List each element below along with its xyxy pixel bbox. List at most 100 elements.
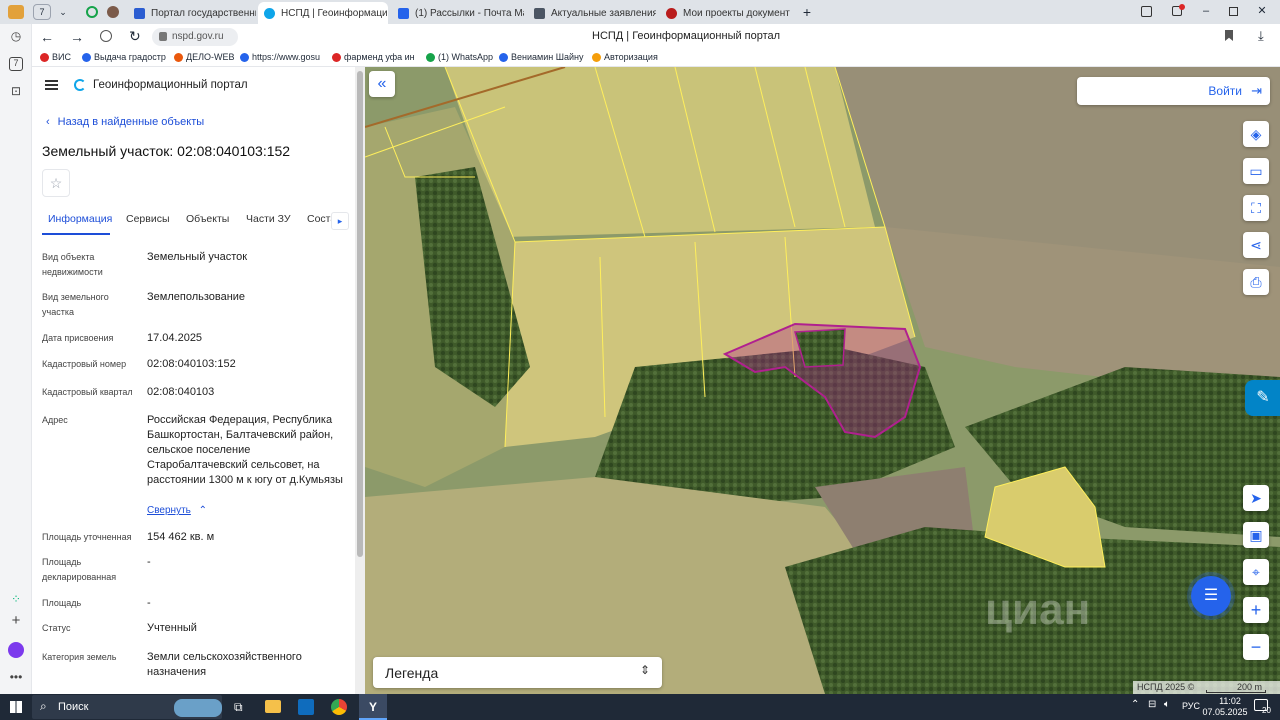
chrome-icon[interactable] — [331, 699, 347, 715]
seven-icon[interactable]: 7 — [9, 57, 23, 71]
new-tab-button[interactable]: + — [798, 3, 816, 21]
login-button[interactable]: Войти ⇥ — [1077, 77, 1270, 105]
screenshot-icon[interactable]: ⊡ — [9, 84, 23, 98]
volume-icon[interactable]: 🔈︎ — [1164, 699, 1170, 710]
outlook-icon[interactable] — [298, 699, 314, 715]
bookmark-auth[interactable]: Авторизация — [592, 52, 658, 62]
field-label: Кадастровый номер — [42, 359, 127, 369]
collapse-panel-button[interactable]: « — [369, 71, 395, 97]
restore-button[interactable] — [1229, 7, 1238, 16]
field-north-center — [445, 67, 875, 237]
bookmark-delo[interactable]: ДЕЛО-WEB — [174, 52, 235, 62]
task-view-icon[interactable]: ⧉ — [234, 700, 243, 715]
navigate-icon[interactable]: ➤ — [1243, 485, 1269, 511]
field-value: Земли сельскохозяйственного назначения — [147, 651, 302, 678]
windows-start-icon[interactable] — [10, 701, 22, 713]
favorite-star-button[interactable]: ☆ — [42, 169, 70, 197]
field-status: Статус Учтенный — [42, 621, 347, 639]
minimize-button[interactable]: – — [1200, 4, 1212, 18]
back-to-results-link[interactable]: ‹ Назад в найденные объекты — [46, 116, 204, 128]
network-icon[interactable]: ⊟ — [1148, 699, 1156, 710]
windows-taskbar: ⌕ Поиск ⧉ Y ⌃ ⊟ 🔈︎ РУС 11:02 07.05.2025 … — [0, 694, 1280, 720]
tab-gosuslugi[interactable]: Портал государственных — [128, 2, 256, 24]
tab-projects[interactable]: Мои проекты документо — [660, 2, 790, 24]
tab-services[interactable]: Сервисы — [126, 213, 170, 225]
scrollbar-thumb[interactable] — [357, 71, 363, 557]
field-value: - — [147, 556, 151, 568]
field-label: Площадь декларированная — [42, 557, 117, 582]
field-area: Площадь - — [42, 596, 347, 614]
print-icon[interactable]: ⎙ — [1243, 269, 1269, 295]
reload-icon[interactable]: ↻ — [129, 28, 141, 45]
bookmark-label: (1) WhatsApp — [438, 52, 494, 62]
panel-scrollbar[interactable] — [355, 67, 365, 694]
geolocation-icon[interactable]: ⌖ — [1243, 559, 1269, 585]
download-icon[interactable]: ⤓ — [1258, 28, 1264, 44]
tab-nspd[interactable]: НСПД | Геоинформацис ✕ — [258, 2, 388, 24]
field-cadastral-number: Кадастровый номер 02:08:040103:152 — [42, 357, 347, 375]
document-icon — [534, 7, 545, 19]
chevron-down-icon[interactable]: ⌄ — [56, 4, 70, 20]
tab-applications[interactable]: Актуальные заявления — [528, 2, 656, 24]
object-info-panel: Геоинформационный портал ‹ Назад в найден… — [32, 67, 355, 694]
tab-mail[interactable]: (1) Рассылки - Почта Mail — [392, 2, 524, 24]
tab-information[interactable]: Информация — [48, 213, 112, 225]
area-select-icon[interactable]: ⛶ — [1243, 195, 1269, 221]
clock-time[interactable]: 11:02 — [1210, 696, 1250, 706]
attribution-text: НСПД 2025 © — [1137, 682, 1195, 692]
bookmark-label: ДЕЛО-WEB — [186, 52, 235, 62]
bookmark-gosuslugi[interactable]: https://www.gosu — [240, 52, 324, 62]
protect-icon[interactable] — [100, 30, 112, 42]
refresh-tab-icon[interactable] — [86, 6, 98, 18]
alice-icon[interactable] — [8, 642, 24, 658]
field-label: Площадь уточненная — [42, 532, 132, 542]
field-label: Адрес — [42, 415, 68, 425]
map-view[interactable]: « Войти ⇥ ◈ ▭ ⛶ ⋖ ⎙ ✎ ➤ ▣ ⌖ ☰ + − циан Л… — [365, 67, 1280, 694]
browser-menu-icon[interactable] — [8, 5, 24, 19]
collapse-address-link[interactable]: Свернуть ⌃ — [147, 505, 207, 516]
bookmark-vis[interactable]: ВИС — [40, 52, 71, 62]
collections-icon[interactable] — [1141, 6, 1152, 17]
ruler-icon[interactable]: ▭ — [1243, 158, 1269, 184]
bookmark-veniamin[interactable]: Вениамин Шайну — [499, 52, 585, 62]
tab-parts[interactable]: Части ЗУ — [246, 213, 291, 225]
chat-button[interactable]: ☰ — [1191, 576, 1231, 616]
yandex-browser-icon[interactable]: Y — [359, 694, 387, 720]
bookmark-gradostroy[interactable]: Выдача градостр — [82, 52, 170, 62]
forward-icon[interactable]: → — [70, 29, 84, 45]
clock-date[interactable]: 07.05.2025 — [1200, 707, 1250, 717]
language-indicator[interactable]: РУС — [1182, 701, 1200, 711]
close-window-button[interactable]: ✕ — [1256, 4, 1268, 18]
tab-count-badge[interactable]: 7 — [33, 4, 51, 20]
taskbar-search[interactable]: ⌕ Поиск — [32, 695, 222, 719]
feedback-tab[interactable]: ✎ — [1245, 380, 1280, 416]
bookmark-pharmland[interactable]: фарменд уфа ин — [332, 52, 420, 62]
tab-objects[interactable]: Объекты — [186, 213, 229, 225]
file-explorer-icon[interactable] — [265, 700, 281, 713]
avatar-tab-icon[interactable] — [107, 6, 119, 18]
share-icon[interactable]: ⋖ — [1243, 232, 1269, 258]
minimap-icon[interactable]: ▣ — [1243, 522, 1269, 548]
add-icon[interactable]: + — [9, 613, 23, 628]
tabs-scroll-right-button[interactable]: ▸ — [331, 212, 349, 230]
more-icon[interactable]: ••• — [9, 670, 23, 684]
browser-sidebar: ◷ 7 ⊡ ⁘ + ••• — [0, 24, 32, 694]
history-icon[interactable]: ◷ — [9, 29, 23, 43]
apps-icon[interactable]: ⁘ — [9, 592, 23, 606]
url-field[interactable]: nspd.gov.ru — [152, 28, 238, 46]
back-icon[interactable]: ← — [40, 29, 54, 45]
bookmark-icon — [240, 52, 249, 62]
bookmark-label: Вениамин Шайну — [511, 52, 584, 62]
bookmark-whatsapp[interactable]: (1) WhatsApp — [426, 52, 493, 62]
zoom-in-button[interactable]: + — [1243, 597, 1269, 623]
satellite-map[interactable] — [365, 67, 1280, 694]
tray-chevron-icon[interactable]: ⌃ — [1131, 699, 1139, 710]
bookmark-icon[interactable] — [1225, 30, 1233, 41]
zoom-out-button[interactable]: − — [1243, 634, 1269, 660]
tab-label: Актуальные заявления — [551, 7, 656, 19]
layers-icon[interactable]: ◈ — [1243, 121, 1269, 147]
field-label: Вид объекта недвижимости — [42, 252, 103, 277]
legend-dropdown[interactable]: Легенда ⇕ — [373, 657, 662, 688]
bookmark-label: https://www.gosu — [252, 52, 321, 62]
hamburger-menu-icon[interactable] — [45, 80, 58, 90]
